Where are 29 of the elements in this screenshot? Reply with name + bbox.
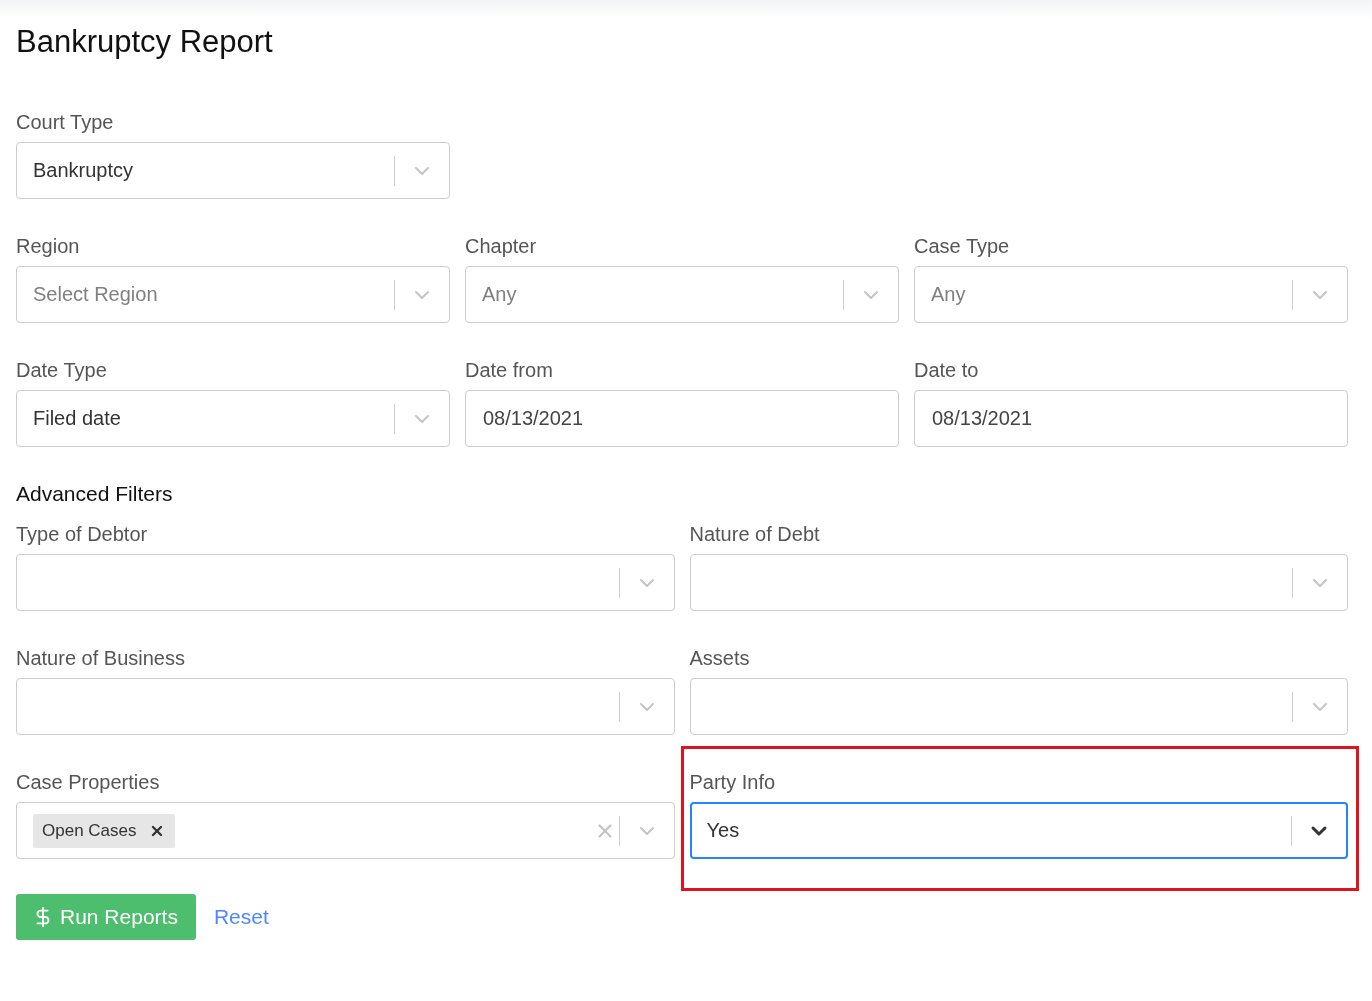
dropdown-select[interactable]: Filed date xyxy=(16,390,450,447)
field-label: Case Type xyxy=(914,234,1010,258)
field-label: Party Info xyxy=(689,770,776,794)
field-label: Nature of Business xyxy=(16,646,185,670)
dropdown-select[interactable] xyxy=(16,678,675,735)
field-label: Date Type xyxy=(16,358,107,382)
field-label: Nature of Debt xyxy=(689,522,820,546)
section-heading: Advanced Filters xyxy=(16,482,173,506)
field-label: Chapter xyxy=(465,234,537,258)
multi-select[interactable]: Open Cases xyxy=(16,802,675,859)
field-label: Type of Debtor xyxy=(16,522,148,546)
dropdown-select[interactable] xyxy=(16,554,675,611)
dropdown-select[interactable]: Any xyxy=(914,266,1348,323)
dropdown-select[interactable]: Bankruptcy xyxy=(16,142,450,199)
tag-label: Open Cases xyxy=(42,820,137,841)
field-label: Date to xyxy=(914,358,979,382)
dropdown-select[interactable]: Any xyxy=(465,266,899,323)
field-label: Date from xyxy=(465,358,553,382)
date-input-field[interactable]: 08/13/2021 xyxy=(465,390,899,447)
dropdown-select[interactable] xyxy=(689,554,1348,611)
dropdown-select[interactable]: Yes xyxy=(689,802,1348,859)
date-input-field[interactable]: 08/13/2021 xyxy=(914,390,1348,447)
field-label: Region xyxy=(16,234,80,258)
page-title: Bankruptcy Report xyxy=(16,23,273,61)
field-label: Court Type xyxy=(16,110,114,134)
field-label: Case Properties xyxy=(16,770,160,794)
dropdown-select[interactable] xyxy=(689,678,1348,735)
field-label: Assets xyxy=(689,646,750,670)
dropdown-select[interactable]: Select Region xyxy=(16,266,450,323)
